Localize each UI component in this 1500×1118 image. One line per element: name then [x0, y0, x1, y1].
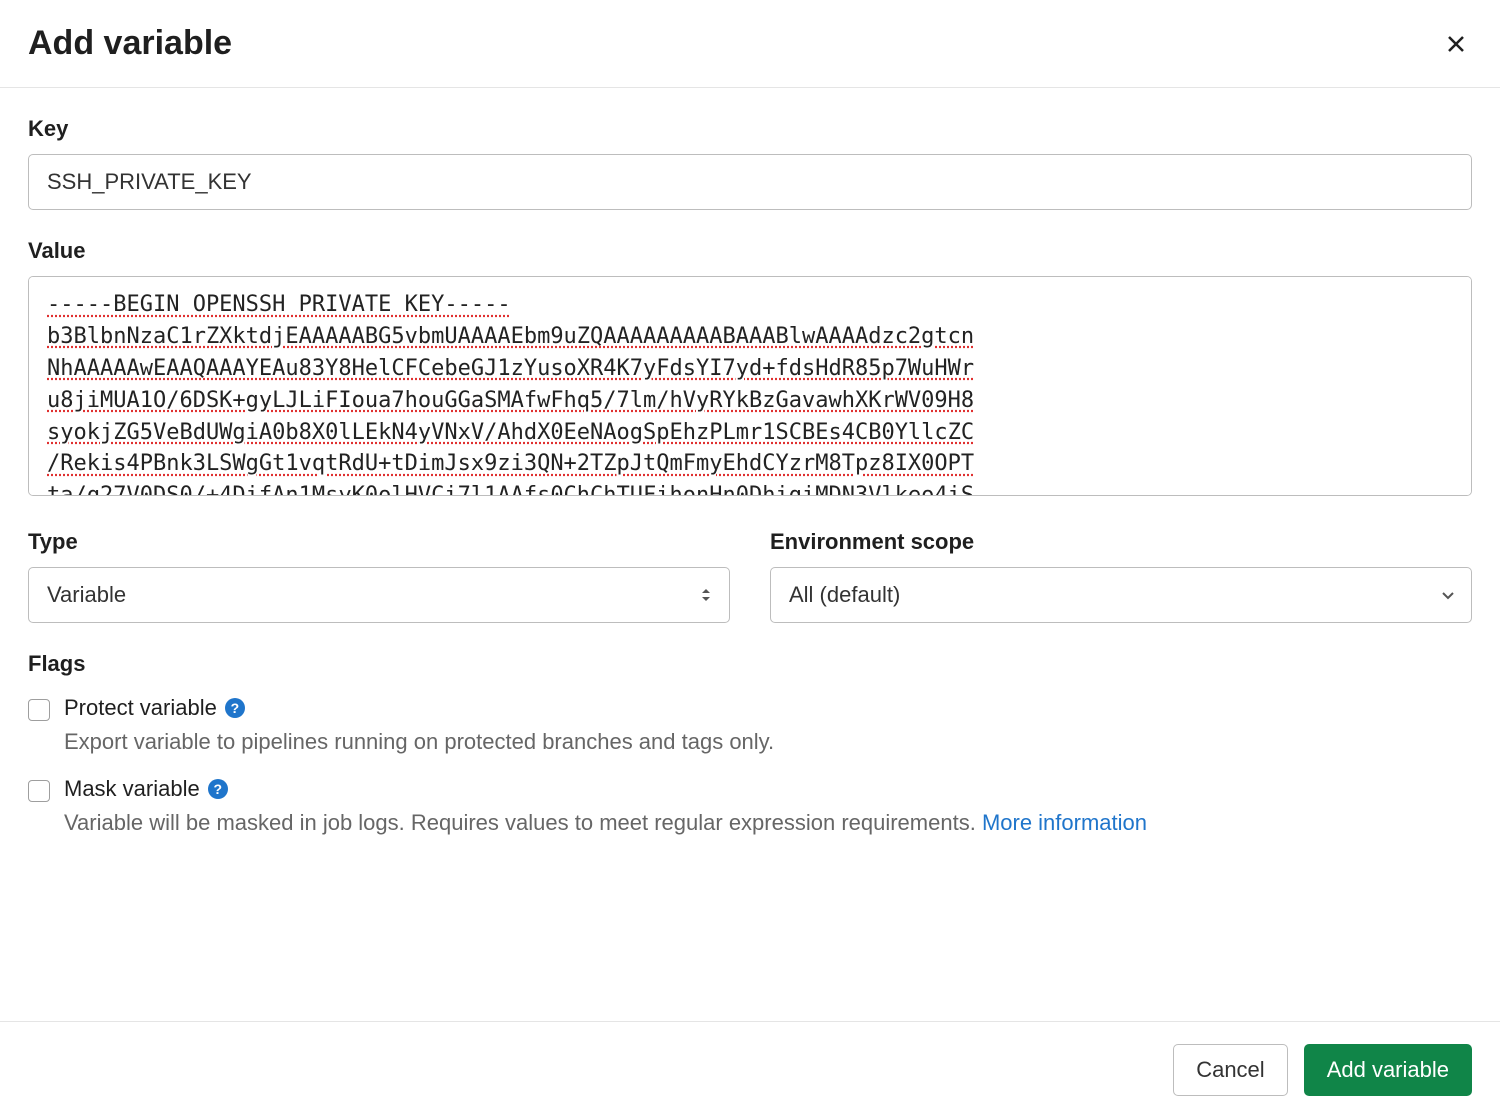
close-button[interactable]	[1440, 28, 1472, 60]
type-select[interactable]: Variable	[28, 567, 730, 623]
mask-variable-flag: Mask variable ? Variable will be masked …	[28, 776, 1472, 839]
value-field-wrap	[28, 276, 1472, 501]
flags-label: Flags	[28, 651, 1472, 677]
modal-footer: Cancel Add variable	[0, 1021, 1500, 1118]
protect-checkbox[interactable]	[28, 699, 50, 721]
type-col: Type Variable	[28, 529, 730, 623]
key-input[interactable]	[28, 154, 1472, 210]
modal-body: Key Value Type Variable Environment scop…	[0, 88, 1500, 1021]
add-variable-button[interactable]: Add variable	[1304, 1044, 1472, 1096]
value-textarea[interactable]	[28, 276, 1472, 496]
scope-label: Environment scope	[770, 529, 1472, 555]
modal-header: Add variable	[0, 0, 1500, 88]
help-icon[interactable]: ?	[208, 779, 228, 799]
add-variable-modal: Add variable Key Value Type Variable	[0, 0, 1500, 1118]
protect-label-line: Protect variable ?	[64, 695, 1472, 721]
help-icon[interactable]: ?	[225, 698, 245, 718]
protect-label-text: Protect variable	[64, 695, 217, 721]
mask-label-text: Mask variable	[64, 776, 200, 802]
mask-desc: Variable will be masked in job logs. Req…	[64, 806, 1472, 839]
mask-checkbox[interactable]	[28, 780, 50, 802]
close-icon	[1444, 32, 1468, 56]
mask-body: Mask variable ? Variable will be masked …	[64, 776, 1472, 839]
cancel-button[interactable]: Cancel	[1173, 1044, 1287, 1096]
protect-desc: Export variable to pipelines running on …	[64, 725, 1472, 758]
modal-title: Add variable	[28, 24, 232, 63]
protect-variable-flag: Protect variable ? Export variable to pi…	[28, 695, 1472, 758]
more-info-link[interactable]: More information	[982, 810, 1147, 835]
scope-col: Environment scope All (default)	[770, 529, 1472, 623]
value-label: Value	[28, 238, 1472, 264]
scope-select[interactable]: All (default)	[770, 567, 1472, 623]
scope-select-wrap: All (default)	[770, 567, 1472, 623]
mask-desc-text: Variable will be masked in job logs. Req…	[64, 810, 982, 835]
type-select-wrap: Variable	[28, 567, 730, 623]
flags-section: Flags Protect variable ? Export variable…	[28, 651, 1472, 839]
mask-label-line: Mask variable ?	[64, 776, 1472, 802]
type-scope-row: Type Variable Environment scope All (def…	[28, 529, 1472, 623]
key-label: Key	[28, 116, 1472, 142]
protect-body: Protect variable ? Export variable to pi…	[64, 695, 1472, 758]
type-label: Type	[28, 529, 730, 555]
